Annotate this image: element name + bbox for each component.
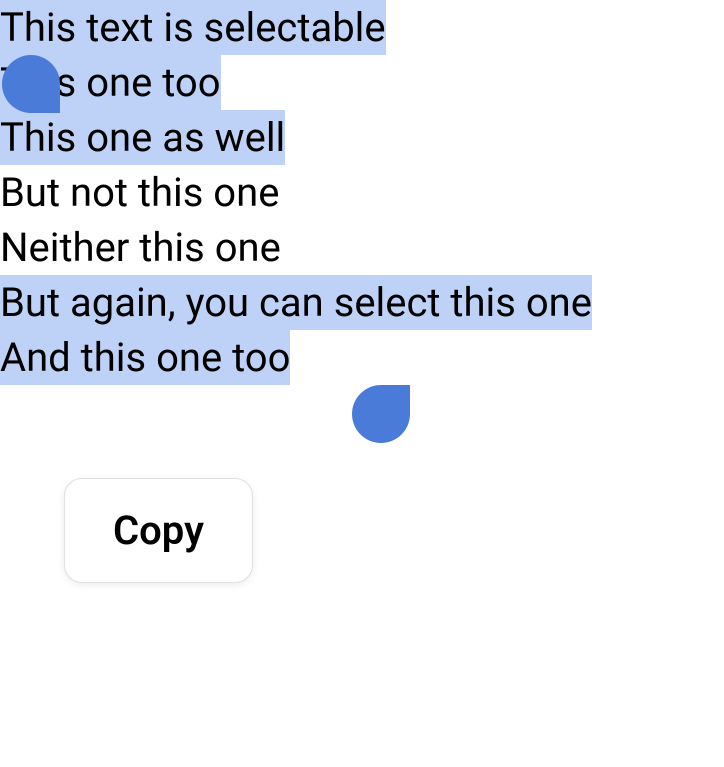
selection-handle-start-icon[interactable] — [2, 55, 60, 113]
text-container: This text is selectable This one too Thi… — [0, 0, 724, 385]
text-line-6[interactable]: But again, you can select this one — [0, 275, 592, 330]
text-line-4[interactable]: But not this one — [0, 165, 279, 220]
context-menu: Copy — [64, 478, 253, 583]
text-line-5[interactable]: Neither this one — [0, 220, 281, 275]
text-line-1[interactable]: This text is selectable — [0, 0, 386, 55]
copy-button[interactable]: Copy — [113, 507, 204, 554]
text-line-7[interactable]: And this one too — [0, 330, 290, 385]
text-line-3[interactable]: This one as well — [0, 110, 285, 165]
selection-handle-end-icon[interactable] — [352, 385, 410, 443]
